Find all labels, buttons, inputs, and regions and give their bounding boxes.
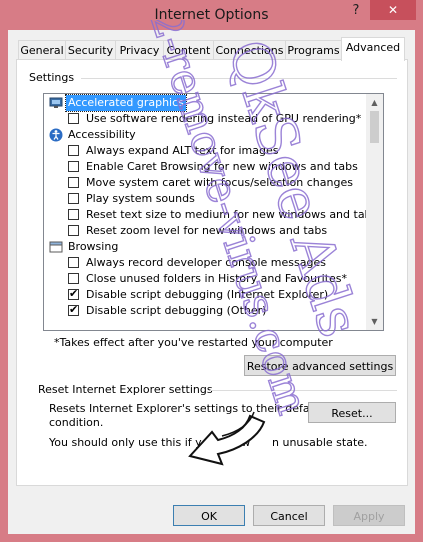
settings-group-divider: [81, 78, 397, 79]
tree-category-label: Browsing: [68, 240, 119, 253]
tree-category-accessibility[interactable]: Accessibility: [44, 127, 364, 143]
setting-disable-script-debugging-other[interactable]: Disable script debugging (Other): [44, 302, 364, 319]
restart-footnote: *Takes effect after you've restarted you…: [54, 336, 333, 349]
reset-description-line1: Resets Internet Explorer's settings to t…: [49, 402, 324, 415]
checkbox[interactable]: [68, 257, 79, 268]
browsing-icon: [49, 240, 63, 254]
setting-reset-zoom-level[interactable]: Reset zoom level for new windows and tab…: [44, 223, 364, 239]
checkbox[interactable]: [68, 161, 79, 172]
setting-label: Reset zoom level for new windows and tab…: [86, 224, 328, 237]
tab-security[interactable]: Security: [65, 40, 116, 60]
tab-general[interactable]: General: [18, 40, 66, 60]
tab-advanced[interactable]: Advanced: [341, 37, 405, 61]
setting-label: Disable script debugging (Internet Explo…: [86, 288, 329, 301]
tab-privacy[interactable]: Privacy: [115, 40, 164, 60]
monitor-icon: [49, 96, 63, 110]
apply-button[interactable]: Apply: [333, 505, 405, 526]
reset-description-line2: condition.: [49, 416, 104, 429]
setting-software-rendering[interactable]: Use software rendering instead of GPU re…: [44, 111, 364, 127]
checkbox[interactable]: [68, 177, 79, 188]
setting-label: Move system caret with focus/selection c…: [86, 176, 353, 189]
tree-category-accelerated-graphics[interactable]: Accelerated graphics: [44, 94, 364, 112]
setting-caret-browsing[interactable]: Enable Caret Browsing for new windows an…: [44, 159, 364, 175]
setting-label: Reset text size to medium for new window…: [86, 208, 378, 221]
dialog-client-area: General Security Privacy Content Connect…: [8, 30, 415, 534]
title-bar[interactable]: Internet Options ? ✕: [0, 0, 423, 30]
ok-button[interactable]: OK: [173, 505, 245, 526]
setting-label: Use software rendering instead of GPU re…: [86, 112, 362, 125]
settings-tree[interactable]: Accelerated graphics Use software render…: [43, 93, 384, 331]
setting-label: Always expand ALT text for images: [86, 144, 279, 157]
setting-close-unused-folders[interactable]: Close unused folders in History and Favo…: [44, 271, 364, 287]
setting-expand-alt-text[interactable]: Always expand ALT text for images: [44, 143, 364, 159]
tab-connections[interactable]: Connections: [213, 40, 286, 60]
checkbox[interactable]: [68, 209, 79, 220]
checkbox[interactable]: [68, 225, 79, 236]
setting-label: Play system sounds: [86, 192, 195, 205]
tree-category-browsing[interactable]: Browsing: [44, 239, 364, 255]
setting-record-console-messages[interactable]: Always record developer console messages: [44, 255, 364, 271]
scroll-thumb[interactable]: [370, 111, 379, 143]
reset-group-label: Reset Internet Explorer settings: [38, 383, 213, 396]
checkbox[interactable]: [68, 193, 79, 204]
tab-content[interactable]: Content: [163, 40, 214, 60]
scroll-down-arrow-icon[interactable]: ▼: [366, 313, 383, 330]
close-button[interactable]: ✕: [370, 0, 416, 20]
setting-play-system-sounds[interactable]: Play system sounds: [44, 191, 364, 207]
restore-advanced-settings-button[interactable]: Restore advanced settings: [244, 355, 396, 376]
reset-button[interactable]: Reset...: [308, 402, 396, 423]
setting-label: Always record developer console messages: [86, 256, 326, 269]
tree-category-label: Accessibility: [68, 128, 136, 141]
reset-warning-visible: You should only use this if your brow: [49, 436, 251, 449]
setting-move-system-caret[interactable]: Move system caret with focus/selection c…: [44, 175, 364, 191]
checkbox-checked[interactable]: [68, 286, 79, 302]
settings-group-label: Settings: [29, 71, 75, 84]
checkbox[interactable]: [68, 145, 79, 156]
setting-label: Close unused folders in History and Favo…: [86, 272, 348, 285]
settings-scrollbar[interactable]: ▲ ▼: [366, 94, 383, 330]
help-button[interactable]: ?: [345, 1, 367, 21]
accessibility-icon: [49, 128, 63, 142]
scroll-up-arrow-icon[interactable]: ▲: [366, 94, 383, 111]
cancel-button[interactable]: Cancel: [253, 505, 325, 526]
setting-label: Enable Caret Browsing for new windows an…: [86, 160, 358, 173]
reset-group-divider: [210, 390, 397, 391]
advanced-tab-panel: Settings Accelerated graphics Use softwa…: [16, 59, 408, 486]
reset-warning-tail: n unusable state.: [272, 436, 368, 449]
checkbox[interactable]: [68, 113, 79, 124]
internet-options-window: Internet Options ? ✕ General Security Pr…: [0, 0, 423, 542]
setting-reset-text-size[interactable]: Reset text size to medium for new window…: [44, 207, 377, 223]
checkbox[interactable]: [68, 273, 79, 284]
tree-category-label: Accelerated graphics: [65, 94, 187, 112]
setting-label: Disable script debugging (Other): [86, 304, 267, 317]
checkbox-checked[interactable]: [68, 302, 79, 318]
tab-programs[interactable]: Programs: [285, 40, 342, 60]
setting-disable-script-debugging-ie[interactable]: Disable script debugging (Internet Explo…: [44, 286, 364, 303]
